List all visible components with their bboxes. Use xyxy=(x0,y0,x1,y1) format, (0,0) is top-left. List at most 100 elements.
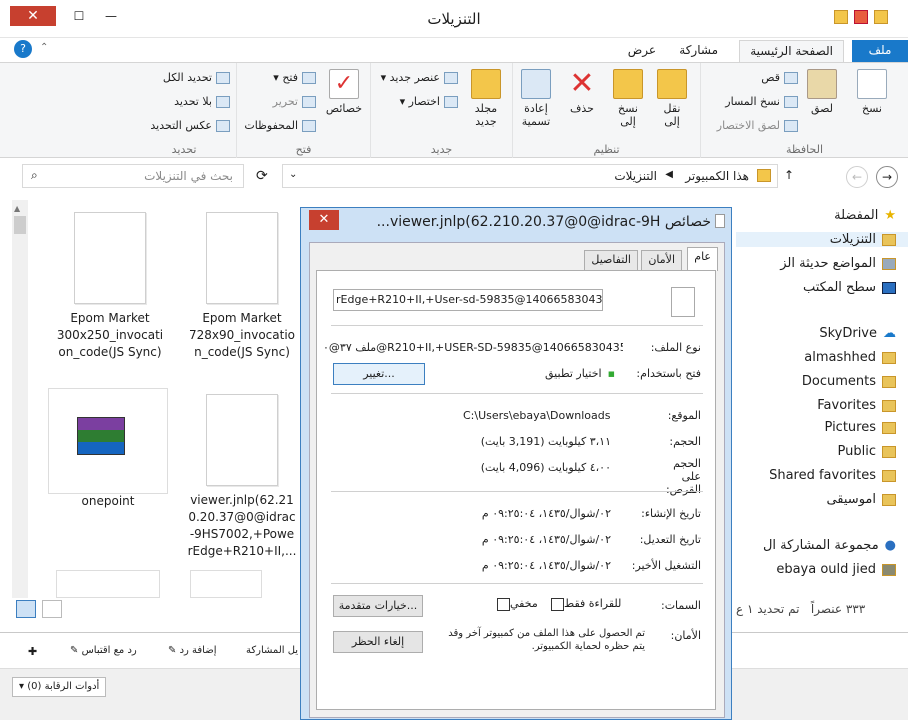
file-item-partial[interactable] xyxy=(190,570,262,598)
document-icon xyxy=(206,212,278,304)
group-clipboard: نسخ لصق قص نسخ المسار لصق الاختصار الحاف… xyxy=(700,63,908,159)
file-item[interactable]: onepoint xyxy=(48,388,168,508)
new-item-button[interactable]: عنصر جديد ▾ xyxy=(381,71,458,84)
nav-desktop[interactable]: سطح المكتب xyxy=(803,280,896,295)
copy-path-icon xyxy=(784,96,798,108)
folder-icon xyxy=(882,351,896,364)
moderation-tools-dropdown[interactable]: أدوات الرقابة (0) ▾ xyxy=(12,677,107,697)
path-root[interactable]: هذا الكمبيوتر xyxy=(685,169,749,183)
nav-music[interactable]: اموسيقى xyxy=(826,492,896,507)
help-icon[interactable]: ? xyxy=(14,40,32,58)
nav-shared-favorites[interactable]: Shared favorites xyxy=(769,468,896,483)
move-to-button[interactable]: نقل إلى xyxy=(652,69,692,128)
readonly-checkbox-box[interactable] xyxy=(551,597,564,611)
new-folder-button[interactable]: مجلد جديد xyxy=(466,69,506,128)
nav-favorites[interactable]: ★المفضلة xyxy=(834,208,896,223)
folder-icon xyxy=(882,421,896,434)
hidden-checkbox[interactable]: مخفي xyxy=(493,597,538,611)
tab-home[interactable]: الصفحة الرئيسية xyxy=(739,40,844,62)
address-box[interactable]: هذا الكمبيوتر ◀ التنزيلات ⌄ xyxy=(282,164,778,188)
window-title: التنزيلات xyxy=(427,10,481,28)
up-button[interactable]: ↑ xyxy=(782,168,796,182)
readonly-checkbox[interactable]: للقراءة فقط xyxy=(547,597,621,611)
paste-shortcut-button[interactable]: لصق الاختصار xyxy=(717,119,798,132)
add-reply-button[interactable]: إضافة رد ✎ xyxy=(168,645,216,656)
advanced-button[interactable]: خيارات متقدمة... xyxy=(333,595,423,617)
disk-size-value: ٤،٠٠ كيلوبايت (4,096 بايت) xyxy=(480,461,611,474)
select-all-icon xyxy=(216,72,230,84)
copy-button[interactable]: نسخ xyxy=(852,69,892,115)
ribbon-expand-icon[interactable]: ⌃ xyxy=(40,42,48,53)
nav-downloads[interactable]: التنزيلات xyxy=(736,232,908,247)
file-item[interactable]: Epom Market 300x250_invocati on_code(JS … xyxy=(50,212,170,361)
folder-icon xyxy=(882,493,896,506)
file-item-partial[interactable] xyxy=(56,570,160,598)
refresh-icon[interactable]: ⟳ xyxy=(256,168,268,184)
nav-pictures[interactable]: Pictures xyxy=(825,420,896,435)
file-item[interactable]: Epom Market 728x90_invocatio n_code(JS S… xyxy=(182,212,302,361)
nav-public[interactable]: Public xyxy=(838,444,896,459)
tab-file[interactable]: ملف xyxy=(852,40,908,62)
dialog-close-button[interactable]: ✕ xyxy=(309,210,339,230)
delete-x-icon: ✕ xyxy=(569,66,595,101)
desktop-icon xyxy=(882,281,896,294)
breadcrumb-arrow-icon: ◀ xyxy=(665,169,673,180)
cut-button[interactable]: قص xyxy=(761,71,798,84)
multi-quote-icon[interactable]: ✚ xyxy=(28,645,37,658)
forward-button[interactable]: ← xyxy=(846,166,868,188)
group-label-new: جديد xyxy=(430,143,453,156)
nav-user[interactable]: ebaya ould jied xyxy=(776,562,896,577)
folder-icon xyxy=(882,469,896,482)
nav-favorites-folder[interactable]: Favorites xyxy=(817,398,896,413)
change-button[interactable]: تغيير... xyxy=(333,363,425,385)
list-view-icon[interactable] xyxy=(42,600,62,618)
location-value: C:\Users\ebaya\Downloads xyxy=(463,409,611,422)
rename-button[interactable]: إعادة تسمية xyxy=(516,69,556,128)
back-button[interactable]: → xyxy=(876,166,898,188)
properties-button[interactable]: ✓ خصائص xyxy=(322,69,366,115)
nav-homegroup[interactable]: ●مجموعة المشاركة ال xyxy=(763,538,896,553)
open-button[interactable]: فتح ▾ xyxy=(273,71,316,84)
nav-documents[interactable]: Documents xyxy=(802,374,896,389)
tab-security[interactable]: الأمان xyxy=(641,250,682,270)
reply-quote-button[interactable]: رد مع اقتباس ✎ xyxy=(70,645,137,656)
folder-icon[interactable] xyxy=(834,10,848,24)
tab-general[interactable]: عام xyxy=(687,247,718,271)
details-view-icon[interactable] xyxy=(16,600,36,618)
tab-share[interactable]: مشاركة xyxy=(669,40,728,62)
path-current[interactable]: التنزيلات xyxy=(614,169,657,183)
nav-almashhed[interactable]: almashhed xyxy=(804,350,896,365)
delete-button[interactable]: ✕ حذف xyxy=(562,66,602,116)
security-text: تم الحصول على هذا الملف من كمبيوتر آخر و… xyxy=(448,628,645,652)
copy-path-button[interactable]: نسخ المسار xyxy=(725,95,798,108)
new-folder-icon[interactable] xyxy=(874,10,888,24)
search-input[interactable]: بحث في التنزيلات ⌕ xyxy=(22,164,244,188)
invert-selection-button[interactable]: عكس التحديد xyxy=(150,119,230,132)
select-none-button[interactable]: بلا تحديد xyxy=(174,95,230,108)
address-dropdown-icon[interactable]: ⌄ xyxy=(289,169,297,180)
tab-view[interactable]: عرض xyxy=(618,40,666,62)
paste-button[interactable]: لصق xyxy=(802,69,842,115)
properties-icon[interactable] xyxy=(854,10,868,24)
open-icon xyxy=(302,72,316,84)
edit-post-button[interactable]: يل المشاركة xyxy=(246,645,298,656)
dialog-body: عام الأمان التفاصيل rEdge+R210+II,+User-… xyxy=(309,242,725,718)
navigation-pane: ★المفضلة التنزيلات المواضع حديثة الز سطح… xyxy=(736,200,908,600)
history-icon xyxy=(302,120,316,132)
group-new: مجلد جديد عنصر جديد ▾ اختصار ▾ جديد xyxy=(370,63,512,159)
select-all-button[interactable]: تحديد الكل xyxy=(163,71,230,84)
move-folder-icon xyxy=(657,69,687,99)
easy-access-button[interactable]: اختصار ▾ xyxy=(400,95,458,108)
filename-field[interactable]: rEdge+R210+II,+User-sd-59835@14066583043… xyxy=(333,289,603,311)
attributes-label: السمات: xyxy=(661,599,701,612)
unblock-button[interactable]: إلغاء الحظر xyxy=(333,631,423,653)
tab-details[interactable]: التفاصيل xyxy=(584,250,638,270)
copy-to-button[interactable]: نسخ إلى xyxy=(608,69,648,128)
edit-button[interactable]: تحرير xyxy=(273,95,316,108)
file-item[interactable]: viewer.jnlp(62.21 0.20.37@0@idrac -9HS70… xyxy=(182,394,302,560)
hidden-checkbox-box[interactable] xyxy=(497,597,510,611)
history-button[interactable]: المحفوظات xyxy=(244,119,316,132)
nav-skydrive[interactable]: ☁SkyDrive xyxy=(819,326,896,341)
file-icon xyxy=(715,214,725,228)
nav-recent[interactable]: المواضع حديثة الز xyxy=(780,256,896,271)
